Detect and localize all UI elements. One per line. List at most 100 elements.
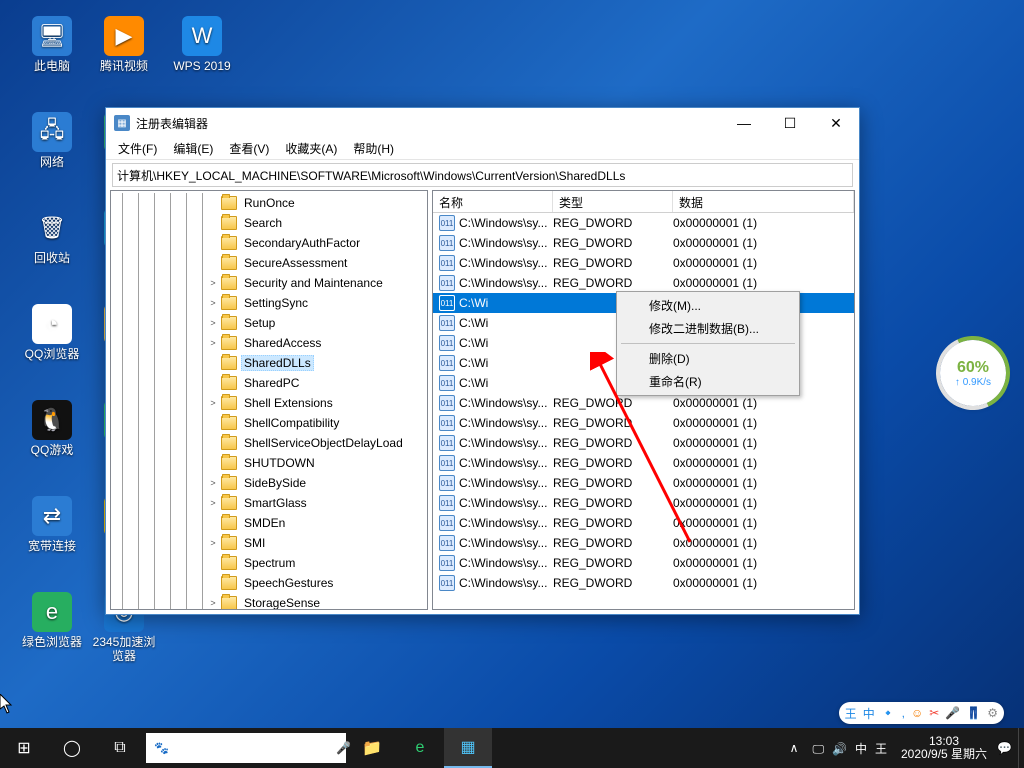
tree-node[interactable]: Spectrum xyxy=(111,553,427,573)
search-icon: 🐾 xyxy=(154,741,169,755)
menu-item[interactable]: 收藏夹(A) xyxy=(277,138,345,159)
list-row[interactable]: 011C:\Windows\sy...REG_DWORD0x00000001 (… xyxy=(433,393,854,413)
context-menu-item[interactable]: 修改(M)... xyxy=(619,294,797,317)
tray-icon[interactable]: 🖵 xyxy=(812,742,824,756)
ime-button[interactable]: ☺ xyxy=(911,706,923,720)
menu-item[interactable]: 编辑(E) xyxy=(165,138,221,159)
tree-node[interactable]: >Shell Extensions xyxy=(111,393,427,413)
titlebar[interactable]: ▦ 注册表编辑器 — ☐ ✕ xyxy=(106,108,859,138)
header-type[interactable]: 类型 xyxy=(553,191,673,212)
ime-button[interactable]: ⚙ xyxy=(987,706,998,720)
tray-icon[interactable]: 🔊 xyxy=(832,742,847,756)
list-header[interactable]: 名称 类型 数据 xyxy=(433,191,854,213)
tree-node[interactable]: >SharedAccess xyxy=(111,333,427,353)
address-bar[interactable]: 计算机\HKEY_LOCAL_MACHINE\SOFTWARE\Microsof… xyxy=(112,163,853,187)
start-button[interactable]: ⊞ xyxy=(0,728,48,768)
list-row[interactable]: 011C:\Windows\sy...REG_DWORD0x00000001 (… xyxy=(433,473,854,493)
tree-node[interactable]: SpeechGestures xyxy=(111,573,427,593)
tree-node[interactable]: >SmartGlass xyxy=(111,493,427,513)
desktop-icon[interactable]: 🐧QQ游戏 xyxy=(18,400,86,457)
tree-node[interactable]: Search xyxy=(111,213,427,233)
ime-button[interactable]: ✂ xyxy=(929,706,939,720)
tree-node[interactable]: >SMI xyxy=(111,533,427,553)
tree-node[interactable]: SharedPC xyxy=(111,373,427,393)
desktop-icon[interactable]: ◔QQ浏览器 xyxy=(18,304,86,361)
tree-node[interactable]: SecureAssessment xyxy=(111,253,427,273)
ime-button[interactable]: , xyxy=(902,706,905,720)
list-row[interactable]: 011C:\Windows\sy...REG_DWORD0x00000001 (… xyxy=(433,513,854,533)
taskbar-app-folder[interactable]: 📁 xyxy=(348,728,396,768)
desktop-icon[interactable]: WWPS 2019 xyxy=(168,16,236,73)
list-row[interactable]: 011C:\Windows\sy...REG_DWORD0x00000001 (… xyxy=(433,493,854,513)
tree-node[interactable]: RunOnce xyxy=(111,193,427,213)
context-menu-item[interactable]: 删除(D) xyxy=(619,347,797,370)
context-menu-item[interactable]: 重命名(R) xyxy=(619,370,797,393)
list-row[interactable]: 011C:\Windows\sy...REG_DWORD0x00000001 (… xyxy=(433,453,854,473)
list-row[interactable]: 011C:\Windows\sy...REG_DWORD0x00000001 (… xyxy=(433,253,854,273)
tree-node[interactable]: SHUTDOWN xyxy=(111,453,427,473)
desktop-icon[interactable]: 🖧网络 xyxy=(18,112,86,169)
desktop-icon[interactable]: 🖥此电脑 xyxy=(18,16,86,73)
taskbar-app-browser[interactable]: e xyxy=(396,728,444,768)
taskview-button[interactable]: ⧉ xyxy=(96,728,144,768)
ime-button[interactable]: 中 xyxy=(863,705,875,722)
speed-gauge[interactable]: 60% ↑ 0.9K/s xyxy=(940,340,1006,406)
tree-node[interactable]: >Security and Maintenance xyxy=(111,273,427,293)
reg-value-icon: 011 xyxy=(439,575,455,591)
list-row[interactable]: 011C:\Windows\sy...REG_DWORD0x00000001 (… xyxy=(433,553,854,573)
tree-node[interactable]: ShellServiceObjectDelayLoad xyxy=(111,433,427,453)
menu-item[interactable]: 查看(V) xyxy=(221,138,277,159)
menu-item[interactable]: 帮助(H) xyxy=(345,138,402,159)
list-row[interactable]: 011C:\Windows\sy...REG_DWORD0x00000001 (… xyxy=(433,213,854,233)
reg-value-icon: 011 xyxy=(439,515,455,531)
notifications-icon[interactable]: 💬 xyxy=(997,741,1012,755)
ime-button[interactable]: 🎤 xyxy=(945,706,960,720)
window-title: 注册表编辑器 xyxy=(136,115,721,132)
list-row[interactable]: 011C:\Windows\sy...REG_DWORD0x00000001 (… xyxy=(433,273,854,293)
menubar: 文件(F)编辑(E)查看(V)收藏夹(A)帮助(H) xyxy=(106,138,859,160)
close-button[interactable]: ✕ xyxy=(813,108,859,138)
context-menu-item[interactable]: 修改二进制数据(B)... xyxy=(619,317,797,340)
maximize-button[interactable]: ☐ xyxy=(767,108,813,138)
system-tray[interactable]: ∧ 🖵 🔊 中王 13:03 2020/9/5 星期六 💬 xyxy=(790,735,1018,761)
list-row[interactable]: 011C:\Windows\sy...REG_DWORD0x00000001 (… xyxy=(433,413,854,433)
tree-node[interactable]: >StorageSense xyxy=(111,593,427,610)
taskbar-clock[interactable]: 13:03 2020/9/5 星期六 xyxy=(901,735,987,761)
ime-button[interactable]: 🔹 xyxy=(881,706,896,720)
tree-node[interactable]: SharedDLLs xyxy=(111,353,427,373)
tray-icon[interactable]: 王 xyxy=(875,742,887,756)
taskbar-search[interactable]: 🐾 🎤 xyxy=(146,733,346,763)
minimize-button[interactable]: — xyxy=(721,108,767,138)
taskbar-app-regedit[interactable]: ▦ xyxy=(444,728,492,768)
cortana-button[interactable]: ◯ xyxy=(48,728,96,768)
list-row[interactable]: 011C:\Windows\sy...REG_DWORD0x00000001 (… xyxy=(433,433,854,453)
header-data[interactable]: 数据 xyxy=(673,191,854,212)
tree-node[interactable]: SMDEn xyxy=(111,513,427,533)
ime-button[interactable]: 👖 xyxy=(966,706,981,720)
list-row[interactable]: 011C:\Windows\sy...REG_DWORD0x00000001 (… xyxy=(433,573,854,593)
ime-button[interactable]: 王 xyxy=(845,705,857,722)
tree-node[interactable]: >Setup xyxy=(111,313,427,333)
tray-expand[interactable]: ∧ xyxy=(790,741,799,755)
search-input[interactable] xyxy=(175,741,330,755)
desktop-icon[interactable]: 🗑回收站 xyxy=(18,208,86,265)
show-desktop[interactable] xyxy=(1018,728,1024,768)
list-pane[interactable]: 名称 类型 数据 011C:\Windows\sy...REG_DWORD0x0… xyxy=(432,190,855,610)
context-menu: 修改(M)...修改二进制数据(B)... 删除(D)重命名(R) xyxy=(616,291,800,396)
tree-node[interactable]: SecondaryAuthFactor xyxy=(111,233,427,253)
tray-icon[interactable]: 中 xyxy=(855,742,867,756)
tree-node[interactable]: >SideBySide xyxy=(111,473,427,493)
gauge-speed: ↑ 0.9K/s xyxy=(955,377,991,388)
desktop-icon[interactable]: ⇄宽带连接 xyxy=(18,496,86,553)
tree-node[interactable]: ShellCompatibility xyxy=(111,413,427,433)
tree-node[interactable]: >SettingSync xyxy=(111,293,427,313)
desktop-icon[interactable]: ▶腾讯视频 xyxy=(90,16,158,73)
list-row[interactable]: 011C:\Windows\sy...REG_DWORD0x00000001 (… xyxy=(433,233,854,253)
menu-item[interactable]: 文件(F) xyxy=(110,138,165,159)
tree-pane[interactable]: RunOnceSearchSecondaryAuthFactorSecureAs… xyxy=(110,190,428,610)
gauge-percent: 60% xyxy=(957,359,989,377)
ime-toolbar[interactable]: 王中 🔹, ☺ ✂ 🎤 👖 ⚙ xyxy=(839,702,1004,724)
desktop-icon[interactable]: e绿色浏览器 xyxy=(18,592,86,649)
list-row[interactable]: 011C:\Windows\sy...REG_DWORD0x00000001 (… xyxy=(433,533,854,553)
header-name[interactable]: 名称 xyxy=(433,191,553,212)
